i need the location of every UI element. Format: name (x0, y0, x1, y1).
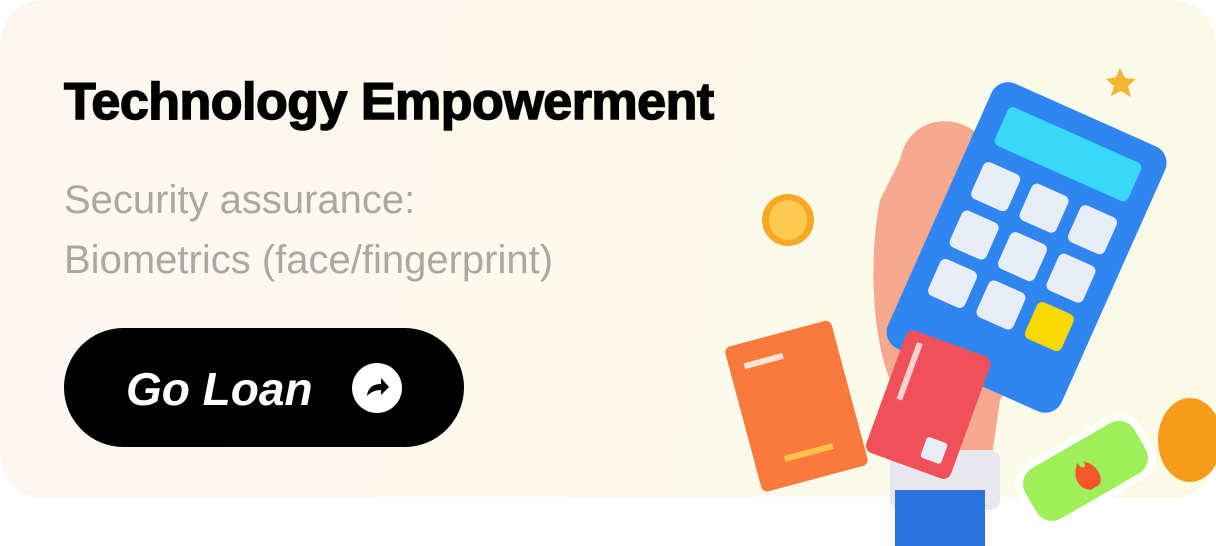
orange-coin-icon (1158, 398, 1216, 482)
star-icon (1106, 68, 1136, 97)
banner-subtitle-line1: Security assurance: (64, 178, 416, 222)
receipt-icon (725, 320, 868, 492)
share-arrow-icon (352, 363, 402, 413)
fire-ticket-icon (1014, 412, 1157, 529)
banner-subtitle-line2: Biometrics (face/fingerprint) (64, 238, 554, 282)
banner-title: Technology Empowerment (63, 72, 715, 132)
go-loan-button-label: Go Loan (126, 363, 313, 415)
coin-icon (762, 194, 814, 246)
payment-terminal-illustration (725, 68, 1216, 546)
go-loan-button[interactable]: Go Loan (64, 328, 464, 447)
